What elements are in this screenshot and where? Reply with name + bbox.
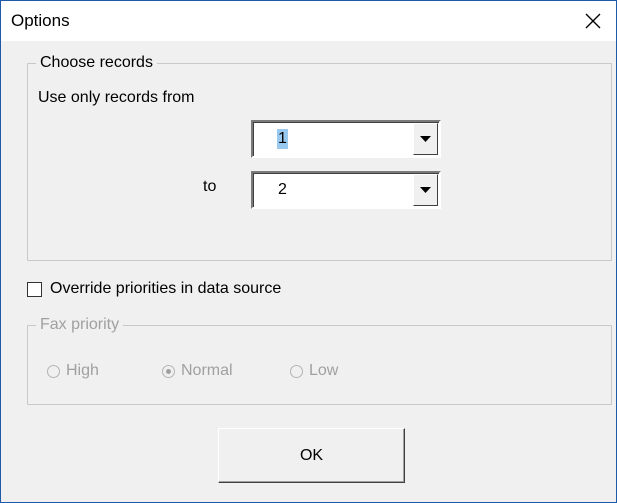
- from-dropdown-button[interactable]: [413, 123, 438, 155]
- override-priorities-checkbox[interactable]: [27, 281, 42, 297]
- close-icon: [585, 13, 601, 29]
- radio-high-option[interactable]: High: [47, 361, 99, 381]
- radio-normal-option[interactable]: Normal: [162, 361, 233, 381]
- to-record-combo[interactable]: 2: [251, 171, 441, 209]
- from-record-value[interactable]: 1: [277, 129, 288, 149]
- options-dialog: Options Choose records Use only records …: [0, 0, 617, 503]
- radio-selected-dot: [166, 368, 171, 374]
- to-dropdown-button[interactable]: [413, 174, 438, 206]
- choose-records-legend: Choose records: [36, 53, 157, 73]
- radio-low[interactable]: [290, 364, 303, 378]
- radio-low-option[interactable]: Low: [290, 361, 338, 381]
- title-bar[interactable]: Options: [1, 1, 616, 41]
- close-button[interactable]: [570, 1, 616, 41]
- radio-high[interactable]: [47, 364, 60, 378]
- radio-normal[interactable]: [162, 364, 175, 378]
- use-only-records-label: Use only records from: [38, 89, 195, 106]
- radio-high-label[interactable]: High: [66, 362, 99, 380]
- override-priorities-label[interactable]: Override priorities in data source: [50, 280, 281, 298]
- to-record-value[interactable]: 2: [277, 180, 288, 200]
- to-label: to: [203, 178, 217, 195]
- radio-low-label[interactable]: Low: [309, 362, 338, 380]
- ok-button[interactable]: OK: [218, 428, 405, 483]
- radio-normal-label[interactable]: Normal: [181, 362, 233, 380]
- chevron-down-icon: [420, 186, 431, 193]
- dialog-body: Choose records Use only records from 1 t…: [1, 41, 616, 502]
- from-record-combo[interactable]: 1: [251, 120, 441, 158]
- override-priorities-option[interactable]: Override priorities in data source: [27, 279, 281, 299]
- chevron-down-icon: [420, 135, 431, 142]
- window-title: Options: [11, 11, 70, 30]
- fax-priority-legend: Fax priority: [36, 315, 124, 335]
